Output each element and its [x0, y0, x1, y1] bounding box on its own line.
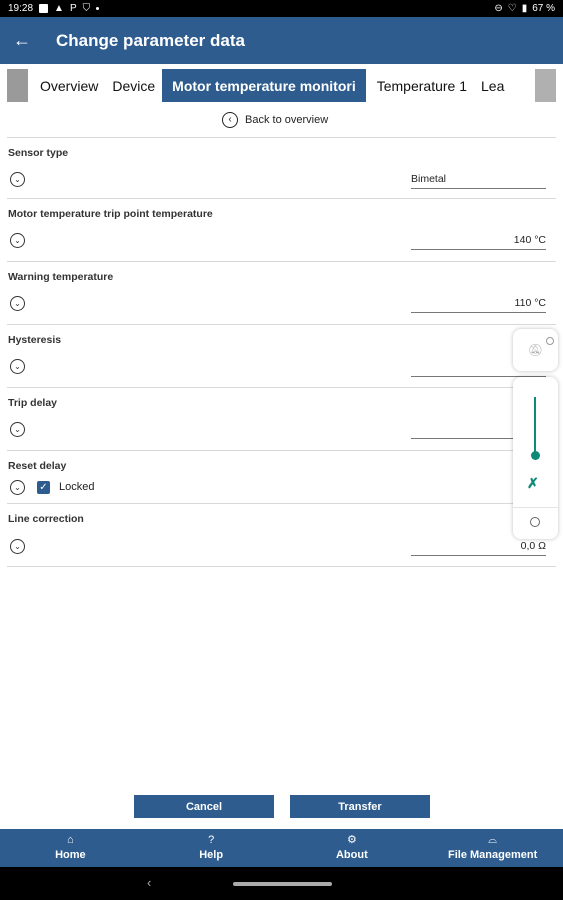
arrow-left-icon[interactable]: ←: [0, 30, 44, 51]
system-navigation-bar: ‹: [0, 867, 563, 900]
parameter-label: Sensor type: [8, 147, 69, 159]
nav-file-management[interactable]: ⌓ File Management: [422, 829, 563, 867]
volume-slider-track[interactable]: [534, 397, 536, 459]
page-title: Change parameter data: [56, 30, 245, 50]
locked-checkbox-label: Locked: [59, 481, 95, 493]
nav-home-label: Home: [55, 849, 86, 861]
system-back-icon[interactable]: ‹: [147, 875, 151, 890]
parameter-label: Trip delay: [8, 397, 58, 409]
parameter-value-field[interactable]: 0,0 Ω: [411, 540, 546, 556]
app-bar: ← Change parameter data: [0, 17, 563, 64]
nav-file-management-label: File Management: [448, 849, 538, 861]
chevron-down-circle-icon[interactable]: ⌄: [10, 422, 25, 437]
file-management-icon: ⌓: [488, 834, 497, 846]
nav-about[interactable]: ⚙ About: [282, 829, 423, 867]
volume-slider-thumb[interactable]: [531, 451, 540, 460]
chevron-down-circle-icon[interactable]: ⌄: [10, 480, 25, 495]
cancel-button[interactable]: Cancel: [134, 795, 274, 818]
parameter-row-hysteresis: Hysteresis ⌄: [7, 324, 556, 387]
locked-checkbox[interactable]: ✓: [37, 481, 50, 494]
home-icon: ⌂: [67, 834, 74, 846]
back-to-overview-label: Back to overview: [245, 114, 329, 126]
tab-temperature-1[interactable]: Temperature 1: [366, 69, 474, 102]
parameter-label: Hysteresis: [8, 334, 62, 346]
nav-about-label: About: [335, 849, 368, 861]
tab-scroll-right[interactable]: [535, 69, 556, 102]
warning-icon: ▲: [54, 3, 64, 14]
volume-panel: 🔕︎ ✗: [513, 325, 558, 539]
tab-motor-temperature-monitoring[interactable]: Motor temperature monitori: [162, 69, 366, 102]
tab-overview[interactable]: Overview: [33, 69, 105, 102]
parameter-value-field[interactable]: 110 °C: [411, 297, 546, 313]
parameter-row-warning-temperature: Warning temperature ⌄ 110 °C: [7, 261, 556, 324]
tab-scroll-left[interactable]: [7, 69, 28, 102]
parameter-label: Motor temperature trip point temperature: [8, 208, 213, 220]
tab-partial[interactable]: Lea: [474, 69, 511, 102]
parking-icon: P: [69, 3, 77, 14]
help-icon: ?: [208, 834, 215, 846]
volume-slider-card: ✗: [513, 377, 558, 539]
notification-icon: [39, 4, 49, 13]
nav-help[interactable]: ? Help: [141, 829, 282, 867]
bell-off-icon: 🔕︎: [527, 343, 544, 357]
shield-icon: ⛉: [82, 3, 91, 14]
media-mute-icon[interactable]: ✗: [527, 475, 539, 492]
battery-icon: ▮: [521, 3, 528, 14]
sound-settings-icon[interactable]: [530, 517, 540, 527]
nav-home[interactable]: ⌂ Home: [0, 829, 141, 867]
parameter-row-trip-delay: Trip delay ⌄ 0 mi: [7, 387, 556, 450]
chevron-down-circle-icon[interactable]: ⌄: [10, 539, 25, 554]
status-bar: 19:28 ▲ P ⛉ ⊖ ♡ ▮ 67 %: [0, 0, 563, 17]
parameter-row-line-correction: Line correction ⌄ 0,0 Ω: [7, 503, 556, 567]
battery-level: 67 %: [532, 3, 555, 14]
parameter-label: Warning temperature: [8, 271, 114, 283]
parameter-list: Sensor type ⌄ Bimetal Motor temperature …: [7, 137, 556, 567]
back-to-overview-link[interactable]: ‹ Back to overview: [222, 112, 328, 128]
parameter-label: Line correction: [8, 513, 84, 525]
ring-mode-button[interactable]: 🔕︎: [513, 329, 558, 371]
system-home-handle[interactable]: [233, 882, 332, 886]
gear-icon: ⚙: [346, 834, 357, 846]
chevron-down-circle-icon[interactable]: ⌄: [10, 296, 25, 311]
parameter-label: Reset delay: [8, 460, 67, 472]
chevron-down-circle-icon[interactable]: ⌄: [10, 172, 25, 187]
parameter-value-field[interactable]: Bimetal: [411, 173, 546, 189]
dnd-icon: ⊖: [494, 3, 503, 14]
transfer-button[interactable]: Transfer: [290, 795, 430, 818]
tab-device[interactable]: Device: [105, 69, 162, 102]
parameter-value-field[interactable]: 140 °C: [411, 234, 546, 250]
action-bar: Cancel Transfer: [0, 795, 563, 819]
parameter-row-reset-delay: Reset delay ⌄ ✓ Locked: [7, 450, 556, 503]
more-notifications-icon: [96, 7, 100, 10]
bottom-navigation: ⌂ Home ? Help ⚙ About ⌓ File Management: [0, 829, 563, 867]
tab-bar: Overview Device Motor temperature monito…: [7, 69, 556, 102]
divider: [513, 507, 558, 508]
wifi-icon: ♡: [507, 3, 517, 14]
close-icon[interactable]: [546, 337, 554, 345]
chevron-down-circle-icon[interactable]: ⌄: [10, 233, 25, 248]
chevron-left-circle-icon: ‹: [222, 112, 238, 128]
status-time: 19:28: [8, 3, 34, 14]
chevron-down-circle-icon[interactable]: ⌄: [10, 359, 25, 374]
parameter-row-sensor-type: Sensor type ⌄ Bimetal: [7, 137, 556, 198]
parameter-row-trip-point: Motor temperature trip point temperature…: [7, 198, 556, 261]
nav-help-label: Help: [199, 849, 224, 861]
